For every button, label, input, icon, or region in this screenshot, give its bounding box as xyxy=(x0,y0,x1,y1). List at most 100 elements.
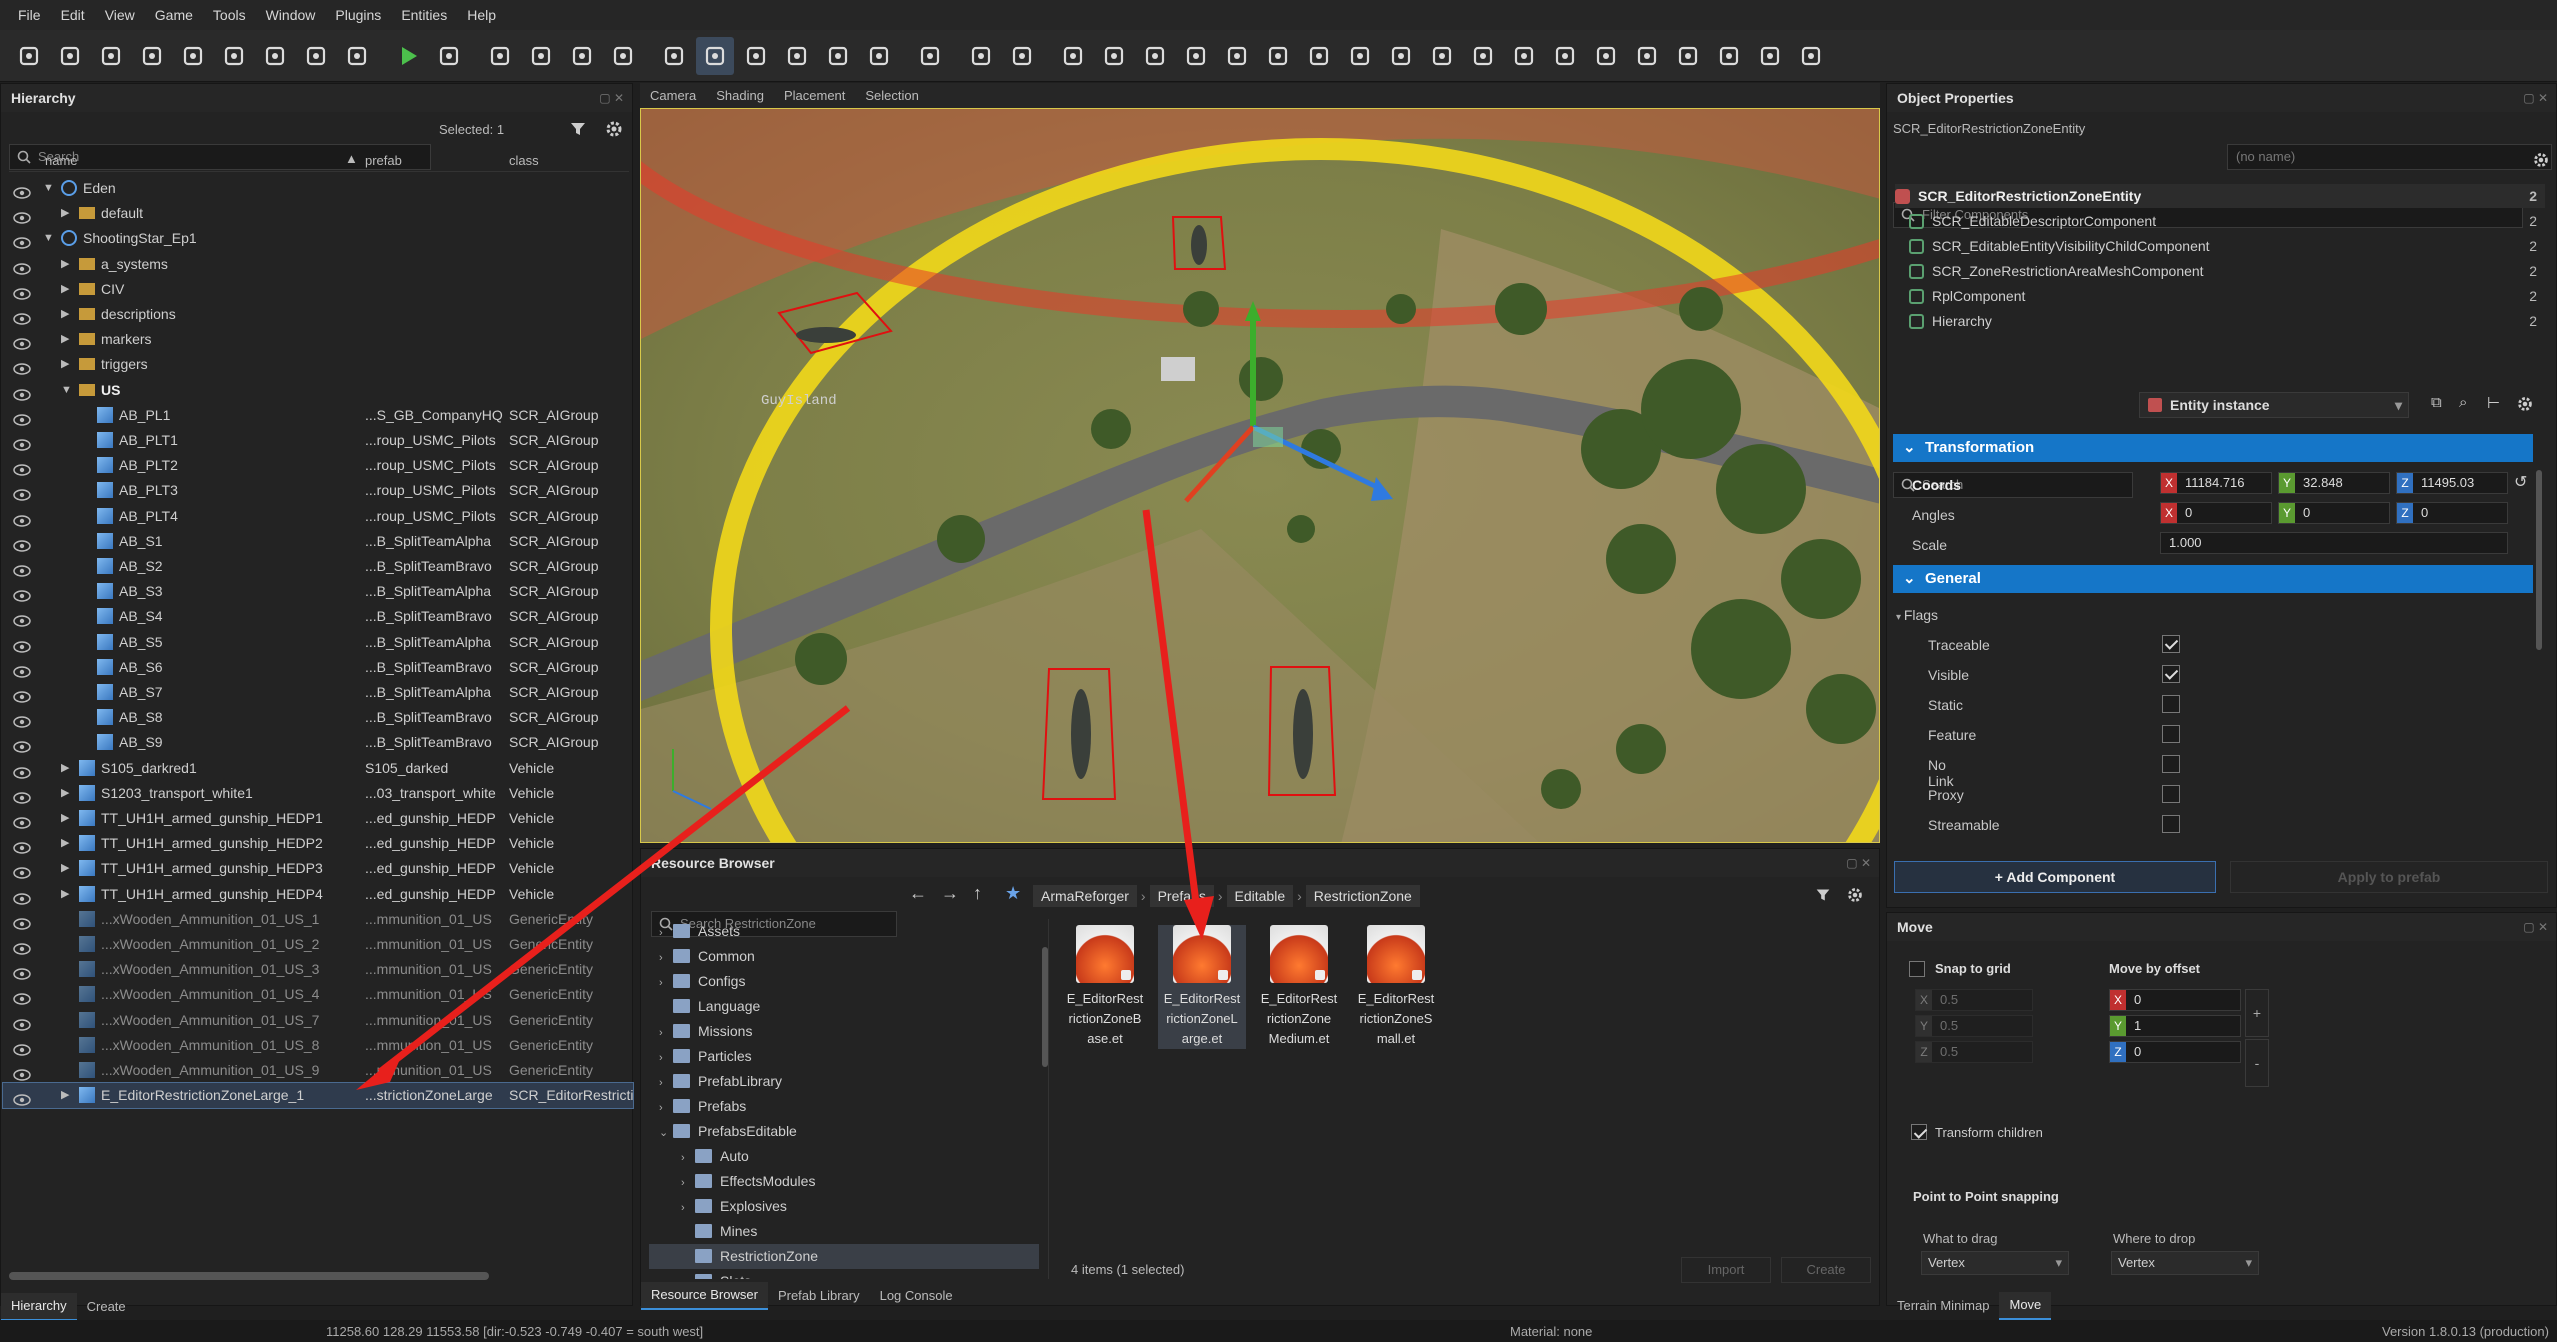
back-icon[interactable]: ← xyxy=(909,883,927,904)
chevron-right-icon[interactable]: › xyxy=(659,1096,673,1121)
component-item[interactable]: SCR_ZoneRestrictionAreaMeshComponent 2 xyxy=(1909,259,2545,283)
dome-icon[interactable] xyxy=(1341,37,1379,75)
undo-icon[interactable] xyxy=(174,37,212,75)
tab-resource-browser[interactable]: Resource Browser xyxy=(641,1282,768,1310)
hierarchy-row[interactable]: AB_S8 ...B_SplitTeamBravo SCR_AIGroup xyxy=(3,705,633,730)
eye-icon[interactable] xyxy=(13,1039,31,1056)
offset-y-input[interactable]: Y1 xyxy=(2109,1015,2241,1037)
offset-plus-button[interactable]: + xyxy=(2245,989,2269,1037)
chevron-down-icon[interactable]: ⌄ xyxy=(659,1121,673,1146)
hierarchy-row[interactable]: AB_S5 ...B_SplitTeamAlpha SCR_AIGroup xyxy=(3,630,633,655)
eye-icon[interactable] xyxy=(13,283,31,300)
copy-icon[interactable] xyxy=(256,37,294,75)
gear-icon[interactable] xyxy=(1845,885,1865,905)
hierarchy-row[interactable]: ...xWooden_Ammunition_01_US_4 ...mmunitio… xyxy=(3,982,633,1007)
eye-icon[interactable] xyxy=(13,963,31,980)
hierarchy-row[interactable]: AB_S9 ...B_SplitTeamBravo SCR_AIGroup xyxy=(3,730,633,755)
hierarchy-row[interactable]: ▼ US xyxy=(3,378,633,403)
fire-icon[interactable] xyxy=(1505,37,1543,75)
eye-icon[interactable] xyxy=(13,258,31,275)
where-to-drop-select[interactable]: Vertex ▾ xyxy=(2111,1251,2259,1275)
flag-checkbox[interactable] xyxy=(2162,725,2180,743)
paste-icon[interactable] xyxy=(297,37,335,75)
import-button[interactable]: Import xyxy=(1681,1257,1771,1283)
hierarchy-row[interactable]: ...xWooden_Ammunition_01_US_3 ...mmunitio… xyxy=(3,957,633,982)
tab-move[interactable]: Move xyxy=(1999,1292,2052,1320)
eye-icon[interactable] xyxy=(13,232,31,250)
flag-checkbox[interactable] xyxy=(2162,635,2180,653)
component-item[interactable]: SCR_EditableEntityVisibilityChildCompone… xyxy=(1909,234,2545,258)
file-item[interactable]: E_EditorRest rictionZoneL arge.et xyxy=(1158,925,1246,1049)
road-icon[interactable] xyxy=(1136,37,1174,75)
offset-z-input[interactable]: Z0 xyxy=(2109,1041,2241,1063)
transformation-section[interactable]: ⌄ Transformation xyxy=(1893,434,2533,462)
flag-checkbox[interactable] xyxy=(2162,785,2180,803)
hierarchy-row[interactable]: AB_PL1 ...S_GB_CompanyHQ SCR_AIGroup xyxy=(3,403,633,428)
eye-icon[interactable] xyxy=(13,585,31,602)
paint-icon[interactable] xyxy=(1054,37,1092,75)
eye-icon[interactable] xyxy=(13,686,31,703)
horizontal-scrollbar[interactable] xyxy=(9,1272,489,1280)
menu-entities[interactable]: Entities xyxy=(391,0,457,30)
menu-help[interactable]: Help xyxy=(457,0,506,30)
eye-icon[interactable] xyxy=(13,358,31,376)
panel-close-icon[interactable]: ▢ ✕ xyxy=(2523,913,2548,941)
scale-input[interactable]: 1.000 xyxy=(2160,532,2508,554)
save-icon[interactable] xyxy=(92,37,130,75)
eye-icon[interactable] xyxy=(13,938,31,955)
breadcrumb-item[interactable]: Prefabs xyxy=(1149,885,1214,907)
hierarchy-row[interactable]: AB_S6 ...B_SplitTeamBravo SCR_AIGroup xyxy=(3,655,633,680)
col-class[interactable]: class xyxy=(509,153,539,168)
chevron-right-icon[interactable]: ▶ xyxy=(61,831,69,856)
chevron-right-icon[interactable]: ▶ xyxy=(61,302,69,327)
scene-viewport[interactable]: GuyIsland xyxy=(640,108,1880,843)
general-section[interactable]: ⌄ General xyxy=(1893,565,2533,593)
hierarchy-row[interactable]: ...xWooden_Ammunition_01_US_2 ...mmunitio… xyxy=(3,932,633,957)
hierarchy-row[interactable]: ▶ TT_UH1H_armed_gunship_HEDP2 ...ed_gunshi… xyxy=(3,831,633,856)
apply-to-prefab-button[interactable]: Apply to prefab xyxy=(2230,861,2548,893)
offset-minus-button[interactable]: - xyxy=(2245,1039,2269,1087)
chevron-right-icon[interactable]: ▶ xyxy=(61,327,69,352)
snap-y-input[interactable]: Y 0.5 xyxy=(1915,1015,2033,1037)
hierarchy-row[interactable]: ...xWooden_Ammunition_01_US_7 ...mmunitio… xyxy=(3,1008,633,1033)
folder-item[interactable]: › Particles xyxy=(649,1044,1039,1069)
folder-item[interactable]: › Common xyxy=(649,944,1039,969)
folder-tree-scrollbar[interactable] xyxy=(1042,947,1048,1067)
folder-item[interactable]: › Explosives xyxy=(649,1194,1039,1219)
chevron-right-icon[interactable]: ▶ xyxy=(61,756,69,781)
component-item[interactable]: RplComponent 2 xyxy=(1909,284,2545,308)
eye-icon[interactable] xyxy=(13,862,31,880)
offset-x-input[interactable]: X0 xyxy=(2109,989,2241,1011)
chevron-right-icon[interactable]: › xyxy=(681,1146,695,1171)
eye-icon[interactable] xyxy=(13,459,31,476)
folder-item[interactable]: › Assets xyxy=(649,919,1039,944)
chevron-down-icon[interactable]: ▼ xyxy=(61,378,72,403)
panel-close-icon[interactable]: ▢ ✕ xyxy=(2523,84,2548,112)
chevron-right-icon[interactable]: › xyxy=(681,1171,695,1196)
file-item[interactable]: E_EditorRest rictionZoneS mall.et xyxy=(1352,925,1440,1049)
angles-z[interactable]: Z0 xyxy=(2396,502,2508,524)
gear-icon[interactable] xyxy=(603,118,625,140)
col-name[interactable]: name xyxy=(45,153,78,168)
select-icon[interactable] xyxy=(860,37,898,75)
hierarchy-row[interactable]: ▶ E_EditorRestrictionZoneLarge_1 ...strict… xyxy=(2,1082,634,1110)
up-icon[interactable]: ↑ xyxy=(973,883,982,904)
tab-hierarchy[interactable]: Hierarchy xyxy=(1,1293,77,1321)
chevron-right-icon[interactable]: ▶ xyxy=(61,781,69,806)
move-icon[interactable] xyxy=(696,36,734,75)
new-file-icon[interactable] xyxy=(10,37,48,75)
folder-item[interactable]: › Auto xyxy=(649,1144,1039,1169)
snap-z-input[interactable]: Z 0.5 xyxy=(1915,1041,2033,1063)
hierarchy-row[interactable]: ▶ a_systems xyxy=(3,252,633,277)
open-folder-icon[interactable] xyxy=(51,37,89,75)
breadcrumb-item[interactable]: ArmaReforger xyxy=(1033,885,1137,907)
chevron-right-icon[interactable]: › xyxy=(681,1271,695,1279)
transform-children-checkbox[interactable] xyxy=(1911,1124,1927,1140)
tab-create[interactable]: Create xyxy=(77,1294,136,1320)
hierarchy-row[interactable]: ▶ TT_UH1H_armed_gunship_HEDP3 ...ed_gunshi… xyxy=(3,856,633,881)
eye-icon[interactable] xyxy=(13,711,31,728)
add-component-button[interactable]: + Add Component xyxy=(1894,861,2216,893)
snap-to-grid-checkbox[interactable] xyxy=(1909,961,1925,977)
chevron-down-icon[interactable]: ▼ xyxy=(43,226,54,251)
hierarchy-row[interactable]: ▶ TT_UH1H_armed_gunship_HEDP4 ...ed_gunshi… xyxy=(3,882,633,907)
